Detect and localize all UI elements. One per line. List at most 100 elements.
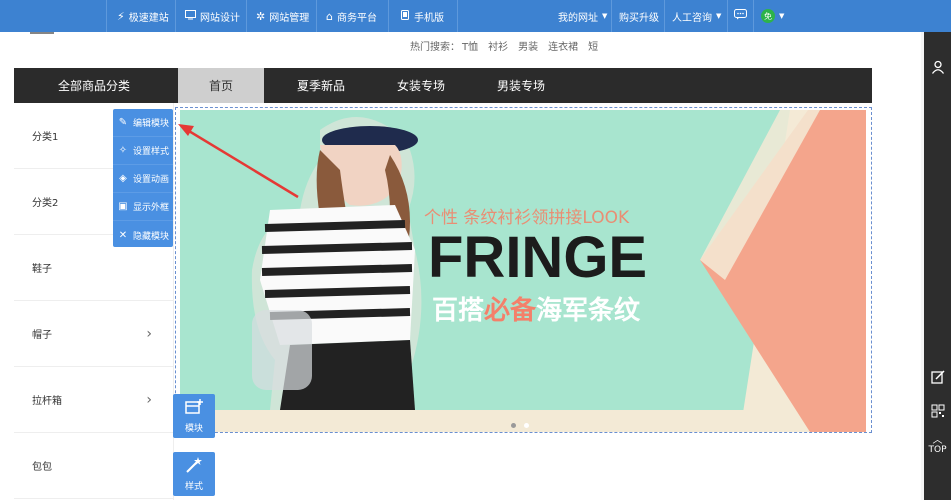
set-animation-button[interactable]: ◈ 设置动画 xyxy=(113,165,173,193)
slogan-highlight: 必备 xyxy=(484,296,537,326)
caret-down-icon: ▼ xyxy=(602,12,608,20)
module-icon xyxy=(185,398,203,418)
module-button-label: 模块 xyxy=(184,423,203,434)
category-label: 鞋子 xyxy=(32,264,52,275)
banner-slogan: 百搭必备海军条纹 xyxy=(432,290,640,327)
style-icon: ✧ xyxy=(118,145,128,156)
hot-search-term[interactable]: 连衣裙 xyxy=(548,38,578,53)
edit-icon[interactable] xyxy=(924,370,951,384)
toolbar-item-site-design[interactable]: 网站设计 xyxy=(185,0,240,32)
tool-label: 编辑模块 xyxy=(133,119,170,129)
toolbar-item-site-manage[interactable]: ✲ 网站管理 xyxy=(256,0,309,32)
buy-upgrade-link[interactable]: 购买升级 xyxy=(619,0,659,32)
hot-search-term[interactable]: 男装 xyxy=(518,38,538,53)
toolbar-item-mobile[interactable]: 手机版 xyxy=(400,0,444,32)
gear-icon: ✲ xyxy=(256,9,266,23)
nav-label: 夏季新品 xyxy=(296,79,345,93)
banner-module[interactable]: 个性 条纹衬衫领拼接LOOK FRINGE 百搭必备海军条纹 xyxy=(175,107,872,433)
carousel-dot[interactable] xyxy=(524,423,529,428)
caret-down-icon: ▼ xyxy=(716,12,722,20)
banner-image: 个性 条纹衬衫领拼接LOOK FRINGE 百搭必备海军条纹 xyxy=(180,110,866,432)
category-item[interactable]: 帽子 › xyxy=(14,301,174,367)
set-style-button[interactable]: ✧ 设置样式 xyxy=(113,137,173,165)
toolbar-divider xyxy=(246,0,247,32)
home-icon: ⌂ xyxy=(326,9,333,23)
nav-label: 男装专场 xyxy=(496,79,545,93)
account-dropdown[interactable]: 免 ▼ xyxy=(761,0,784,32)
nav-label: 全部商品分类 xyxy=(57,79,130,93)
nav-label: 女装专场 xyxy=(396,79,445,93)
style-button[interactable]: 样式 xyxy=(173,452,215,496)
tool-label: 设置动画 xyxy=(133,175,170,185)
buy-upgrade-label: 购买升级 xyxy=(619,12,659,24)
tool-label: 显示外框 xyxy=(133,203,170,213)
style-button-label: 样式 xyxy=(184,481,203,492)
tool-label: 设置样式 xyxy=(133,147,170,157)
admin-toolbar: ⚡ 极速建站 网站设计 ✲ 网站管理 ⌂ 商务平台 手机版 我的网址 ▼ 购买升… xyxy=(0,0,951,32)
chevron-right-icon: › xyxy=(146,325,152,342)
category-label: 包包 xyxy=(32,462,52,473)
magic-wand-icon xyxy=(185,456,203,476)
qr-code-icon[interactable] xyxy=(924,404,951,418)
nav-men[interactable]: 男装专场 xyxy=(476,68,566,103)
slogan-part: 海军条纹 xyxy=(536,296,641,326)
toolbar-divider xyxy=(664,0,665,32)
nav-women[interactable]: 女装专场 xyxy=(376,68,466,103)
category-label: 帽子 xyxy=(32,330,52,341)
toolbar-divider xyxy=(753,0,754,32)
user-icon[interactable] xyxy=(924,60,951,74)
toolbar-item-label: 商务平台 xyxy=(336,12,377,24)
frame-icon: ▣ xyxy=(118,201,128,212)
toolbar-item-label: 极速建站 xyxy=(128,12,169,24)
nav-summer-new[interactable]: 夏季新品 xyxy=(276,68,366,103)
page-scroll-edge xyxy=(921,32,924,500)
chevron-right-icon: › xyxy=(146,391,152,408)
nav-all-categories[interactable]: 全部商品分类 xyxy=(14,68,174,103)
add-module-button[interactable]: 模块 xyxy=(173,394,215,438)
phone-icon xyxy=(400,9,410,23)
slogan-part: 百搭 xyxy=(432,296,485,326)
hot-search-label: 热门搜索： xyxy=(410,42,460,53)
banner-title: FRINGE xyxy=(428,225,648,290)
my-site-dropdown[interactable]: 我的网址 ▼ xyxy=(558,0,607,32)
hide-module-button[interactable]: ✕ 隐藏模块 xyxy=(113,221,173,249)
pencil-icon: ✎ xyxy=(118,117,128,128)
logo-fragment xyxy=(30,30,54,34)
hot-search-term[interactable]: 短 xyxy=(588,38,598,53)
caret-down-icon: ▼ xyxy=(779,12,785,20)
carousel-dot[interactable] xyxy=(511,423,516,428)
tool-label: 隐藏模块 xyxy=(133,231,170,242)
toolbar-divider xyxy=(316,0,317,32)
category-item[interactable]: 拉杆箱 › xyxy=(14,367,174,433)
toolbar-divider xyxy=(457,0,458,32)
edit-module-button[interactable]: ✎ 编辑模块 xyxy=(113,109,173,137)
toolbar-item-business[interactable]: ⌂ 商务平台 xyxy=(326,0,377,32)
back-to-top-button[interactable]: ︿ TOP xyxy=(924,435,951,456)
chat-button[interactable] xyxy=(734,0,747,32)
toolbar-divider xyxy=(175,0,176,32)
toolbar-item-label: 网站管理 xyxy=(269,12,310,24)
nav-home[interactable]: 首页 xyxy=(178,68,264,103)
chat-icon xyxy=(734,9,747,23)
my-site-label: 我的网址 xyxy=(558,12,598,24)
category-label: 分类2 xyxy=(32,198,59,209)
animation-icon: ◈ xyxy=(119,173,127,184)
category-item[interactable]: 包包 xyxy=(14,433,174,499)
consult-label: 人工咨询 xyxy=(672,12,712,24)
category-label: 分类1 xyxy=(32,132,59,143)
toolbar-item-label: 网站设计 xyxy=(200,12,240,24)
hot-search-term[interactable]: T恤 xyxy=(462,38,478,53)
show-frame-button[interactable]: ▣ 显示外框 xyxy=(113,193,173,221)
toolbar-divider xyxy=(388,0,389,32)
toolbar-divider xyxy=(106,0,107,32)
carousel-dots xyxy=(511,423,529,428)
monitor-icon xyxy=(185,9,196,23)
main-nav: 全部商品分类 首页 夏季新品 女装专场 男装专场 xyxy=(14,68,872,103)
right-toolbar: ︿ TOP xyxy=(924,32,951,500)
hot-search-term[interactable]: 衬衫 xyxy=(488,38,508,53)
toolbar-item-quick-build[interactable]: ⚡ 极速建站 xyxy=(117,0,169,32)
consult-dropdown[interactable]: 人工咨询 ▼ xyxy=(672,0,721,32)
category-label: 拉杆箱 xyxy=(32,396,62,407)
chevron-up-icon: ︿ xyxy=(932,435,943,446)
toolbar-item-label: 手机版 xyxy=(414,12,444,24)
